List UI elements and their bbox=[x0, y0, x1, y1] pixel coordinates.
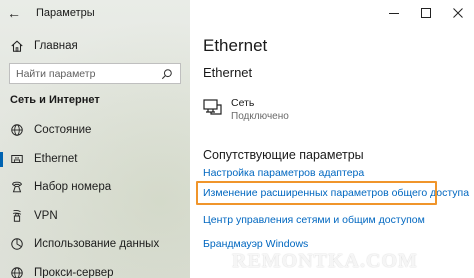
page-title: Ethernet bbox=[203, 36, 268, 55]
sidebar-item-vpn[interactable]: VPN bbox=[0, 202, 190, 231]
sidebar-item-label: Ethernet bbox=[34, 152, 78, 165]
network-connection[interactable]: Сеть Подключено bbox=[203, 93, 289, 123]
data-usage-icon bbox=[11, 238, 23, 250]
home-icon bbox=[11, 40, 23, 52]
settings-content: Ethernet Ethernet Сеть Подключено Сопутс… bbox=[190, 0, 474, 278]
maximize-button[interactable] bbox=[410, 0, 442, 26]
sidebar-item-label: Состояние bbox=[34, 124, 92, 137]
sidebar-item-status[interactable]: Состояние bbox=[0, 116, 190, 145]
sidebar-item-label: VPN bbox=[34, 209, 58, 222]
back-button[interactable]: ← bbox=[0, 0, 28, 26]
window-title: Параметры bbox=[36, 7, 95, 19]
back-arrow-icon: ← bbox=[7, 5, 21, 21]
sidebar-item-label: Главная bbox=[34, 40, 78, 52]
network-computer-icon bbox=[203, 99, 222, 115]
windows-firewall-link[interactable]: Брандмауэр Windows bbox=[203, 238, 308, 250]
sidebar-item-dialup[interactable]: Набор номера bbox=[0, 173, 190, 202]
sidebar-nav: Состояние Ethernet Набор номера VPN Испо… bbox=[0, 116, 190, 278]
phone-icon bbox=[12, 181, 22, 193]
search-icon[interactable] bbox=[161, 68, 173, 80]
sidebar-item-label: Прокси-сервер bbox=[34, 266, 114, 278]
sidebar-item-proxy[interactable]: Прокси-сервер bbox=[0, 259, 190, 278]
watermark: REMONTKA.COM bbox=[232, 250, 418, 272]
settings-sidebar: ← Параметры Главная Найти параметр Сеть … bbox=[0, 0, 190, 278]
minimize-button[interactable] bbox=[378, 0, 410, 26]
close-button[interactable] bbox=[442, 0, 474, 26]
maximize-icon bbox=[421, 8, 431, 18]
network-sharing-center-link[interactable]: Центр управления сетями и общим доступом bbox=[203, 214, 425, 226]
sidebar-item-home[interactable]: Главная bbox=[0, 35, 190, 57]
search-input[interactable]: Найти параметр bbox=[9, 63, 181, 84]
advanced-sharing-settings-link[interactable]: Изменение расширенных параметров общего … bbox=[203, 187, 469, 199]
network-text: Сеть Подключено bbox=[231, 93, 289, 123]
globe-icon bbox=[11, 124, 23, 136]
related-settings-title: Сопутствующие параметры bbox=[203, 148, 364, 162]
close-icon bbox=[453, 8, 463, 18]
adapter-settings-link[interactable]: Настройка параметров адаптера bbox=[203, 167, 364, 179]
sidebar-item-label: Использование данных bbox=[34, 238, 160, 251]
sidebar-item-data-usage[interactable]: Использование данных bbox=[0, 230, 190, 259]
sidebar-item-label: Набор номера bbox=[34, 181, 112, 194]
section-subtitle: Ethernet bbox=[203, 65, 253, 80]
search-placeholder: Найти параметр bbox=[16, 67, 96, 80]
window-controls bbox=[378, 0, 474, 26]
network-status: Подключено bbox=[231, 111, 289, 122]
minimize-icon bbox=[389, 13, 399, 14]
globe-icon bbox=[11, 267, 23, 278]
vpn-icon bbox=[12, 209, 22, 222]
network-name: Сеть bbox=[231, 97, 255, 109]
section-title: Сеть и Интернет bbox=[10, 94, 100, 106]
title-bar: ← Параметры bbox=[0, 0, 190, 26]
ethernet-icon bbox=[11, 154, 23, 163]
sidebar-item-ethernet[interactable]: Ethernet bbox=[0, 145, 190, 174]
